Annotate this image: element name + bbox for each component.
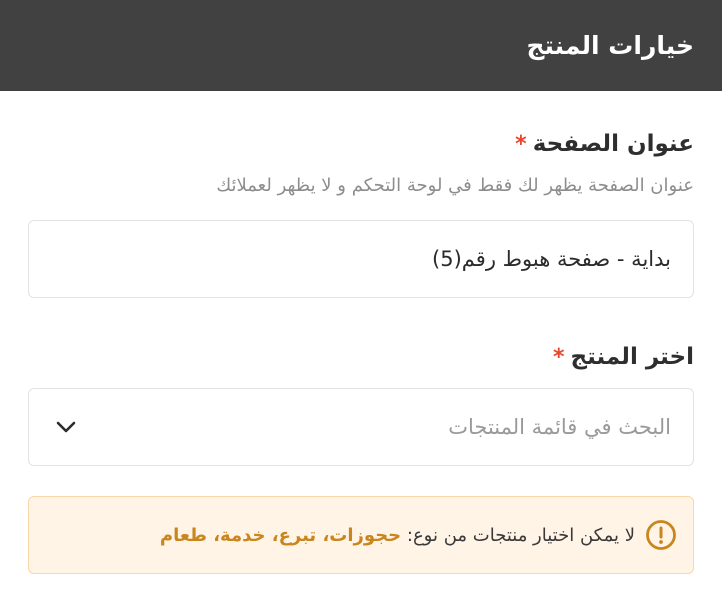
page-title-hint: عنوان الصفحة يظهر لك فقط في لوحة التحكم … <box>216 175 694 196</box>
product-label: اختر المنتج <box>570 344 694 370</box>
product-label-row: اختر المنتج * <box>28 344 694 370</box>
exclamation-circle-icon <box>645 519 677 551</box>
product-select[interactable]: البحث في قائمة المنتجات <box>28 388 694 466</box>
page-title-input[interactable] <box>28 220 694 298</box>
panel-header: خيارات المنتج <box>0 0 722 91</box>
page-title-label: عنوان الصفحة <box>532 131 694 157</box>
form-content: عنوان الصفحة * عنوان الصفحة يظهر لك فقط … <box>28 91 694 574</box>
chevron-down-icon[interactable] <box>55 416 77 438</box>
panel-title: خيارات المنتج <box>526 31 694 60</box>
product-type-notice: لا يمكن اختيار منتجات من نوع: حجوزات، تب… <box>28 496 694 574</box>
required-asterisk: * <box>553 344 565 370</box>
page-title-label-row: عنوان الصفحة * <box>28 131 694 157</box>
notice-text: لا يمكن اختيار منتجات من نوع: حجوزات، تب… <box>160 525 635 546</box>
notice-prefix: لا يمكن اختيار منتجات من نوع: <box>406 524 635 546</box>
product-select-placeholder: البحث في قائمة المنتجات <box>448 415 671 439</box>
required-asterisk: * <box>515 131 527 157</box>
notice-product-types: حجوزات، تبرع، خدمة، طعام <box>159 524 402 546</box>
